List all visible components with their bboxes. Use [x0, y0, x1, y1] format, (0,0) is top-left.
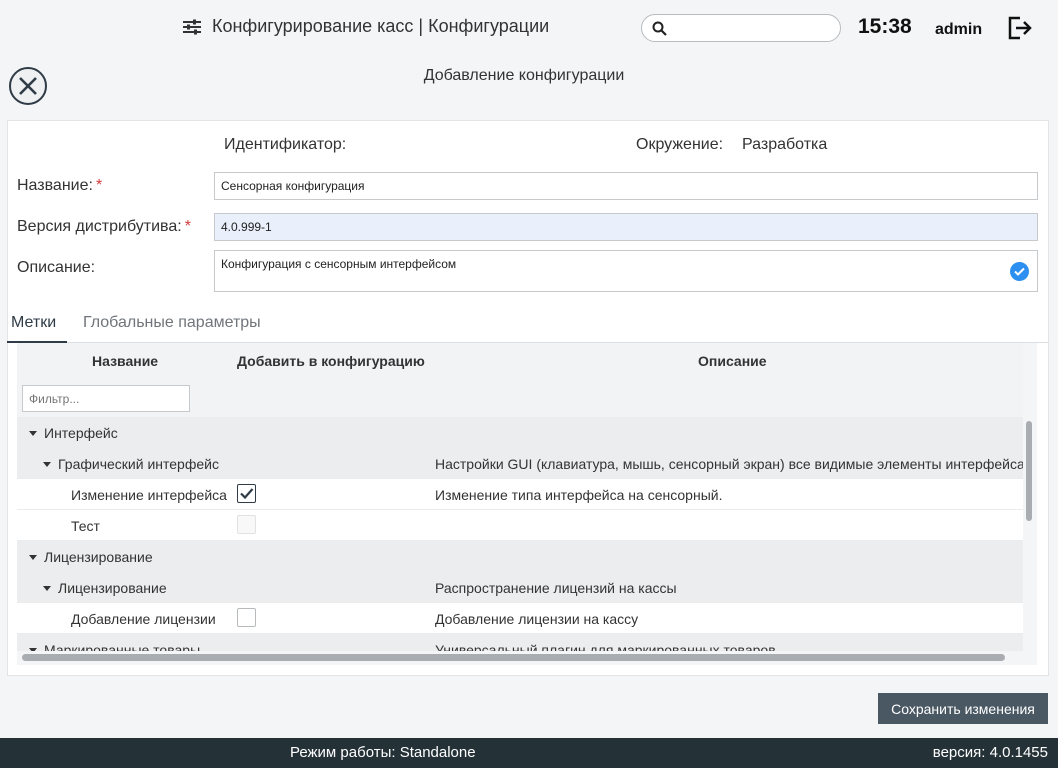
group-row[interactable]: Лицензирование Распространение лицензий … — [17, 572, 1023, 603]
add-to-config-checkbox — [237, 515, 256, 534]
distr-version-label: Версия дистрибутива: * — [17, 218, 191, 235]
caret-down-icon[interactable] — [29, 430, 37, 436]
table-row[interactable]: Добавление лицензии Добавление лицензии … — [17, 603, 1023, 634]
checkmark-icon — [240, 488, 254, 500]
row-name: Тест — [71, 518, 100, 534]
row-description: Распространение лицензий на кассы — [435, 580, 677, 596]
clock: 15:38 — [858, 15, 912, 38]
table-row[interactable]: Изменение интерфейса Изменение типа инте… — [17, 479, 1023, 510]
tab-labels[interactable]: Метки — [11, 314, 56, 332]
environment-label: Окружение: — [636, 136, 724, 153]
page-title: Конфигурирование касс | Конфигурации — [212, 16, 550, 36]
group-row[interactable]: Интерфейс — [17, 417, 1023, 448]
settings-sliders-icon[interactable] — [182, 19, 202, 35]
description-text: Конфигурация с сенсорным интерфейсом — [221, 257, 457, 271]
name-label: Название: * — [17, 177, 103, 194]
current-user[interactable]: admin — [935, 21, 982, 39]
search-input[interactable] — [673, 19, 853, 37]
row-description: Изменение типа интерфейса на сенсорный. — [435, 487, 723, 503]
caret-down-icon[interactable] — [43, 585, 51, 591]
vertical-scroll-thumb[interactable] — [1026, 421, 1032, 521]
row-description: Настройки GUI (клавиатура, мышь, сенсорн… — [435, 456, 1025, 472]
filter-row — [17, 379, 1023, 417]
filter-input[interactable] — [22, 385, 190, 412]
identifier-label: Идентификатор: — [224, 136, 347, 153]
caret-down-icon[interactable] — [29, 554, 37, 560]
description-label: Описание: — [17, 259, 96, 276]
tab-global-params[interactable]: Глобальные параметры — [83, 314, 261, 332]
add-to-config-checkbox[interactable] — [237, 608, 256, 627]
row-name: Добавление лицензии — [71, 611, 216, 627]
labels-grid: Название Добавить в конфигурацию Описани… — [17, 343, 1037, 665]
column-header-description[interactable]: Описание — [698, 353, 767, 369]
environment-value: Разработка — [742, 136, 828, 153]
search-icon — [652, 21, 667, 36]
app-header: Конфигурирование касс | Конфигурации 15:… — [0, 0, 1058, 54]
distr-version-input[interactable]: 4.0.999-1 — [214, 213, 1038, 241]
app-title: Конфигурирование касс | Конфигурации — [182, 16, 549, 37]
group-row[interactable]: Лицензирование — [17, 541, 1023, 572]
save-changes-button[interactable]: Сохранить изменения — [878, 693, 1048, 724]
name-input[interactable]: Сенсорная конфигурация — [214, 172, 1038, 200]
horizontal-scroll-thumb[interactable] — [22, 654, 1005, 661]
description-textarea[interactable]: Конфигурация с сенсорным интерфейсом — [214, 250, 1038, 292]
search-box[interactable] — [641, 14, 853, 42]
close-button[interactable] — [9, 67, 47, 105]
grid-header: Название Добавить в конфигурацию Описани… — [17, 343, 1023, 379]
tab-bar: Метки Глобальные параметры — [7, 306, 1049, 343]
work-mode: Режим работы: Standalone — [290, 744, 476, 761]
caret-down-icon[interactable] — [43, 461, 51, 467]
spellcheck-icon[interactable] — [1010, 262, 1029, 281]
close-icon — [19, 77, 37, 95]
logout-icon[interactable] — [1007, 16, 1033, 45]
row-description: Добавление лицензии на кассу — [435, 611, 639, 627]
table-row[interactable]: Тест — [17, 510, 1023, 541]
dialog-title: Добавление конфигурации — [423, 67, 625, 84]
required-mark: * — [95, 177, 103, 194]
column-header-name[interactable]: Название — [92, 353, 158, 369]
row-name: Изменение интерфейса — [71, 487, 227, 503]
app-version: версия: 4.0.1455 — [932, 744, 1048, 761]
column-header-add[interactable]: Добавить в конфигурацию — [237, 353, 425, 369]
group-row[interactable]: Графический интерфейс Настройки GUI (кла… — [17, 448, 1025, 479]
status-footer: Режим работы: Standalone версия: 4.0.145… — [0, 738, 1058, 768]
required-mark: * — [184, 218, 191, 235]
add-to-config-checkbox[interactable] — [237, 484, 256, 503]
